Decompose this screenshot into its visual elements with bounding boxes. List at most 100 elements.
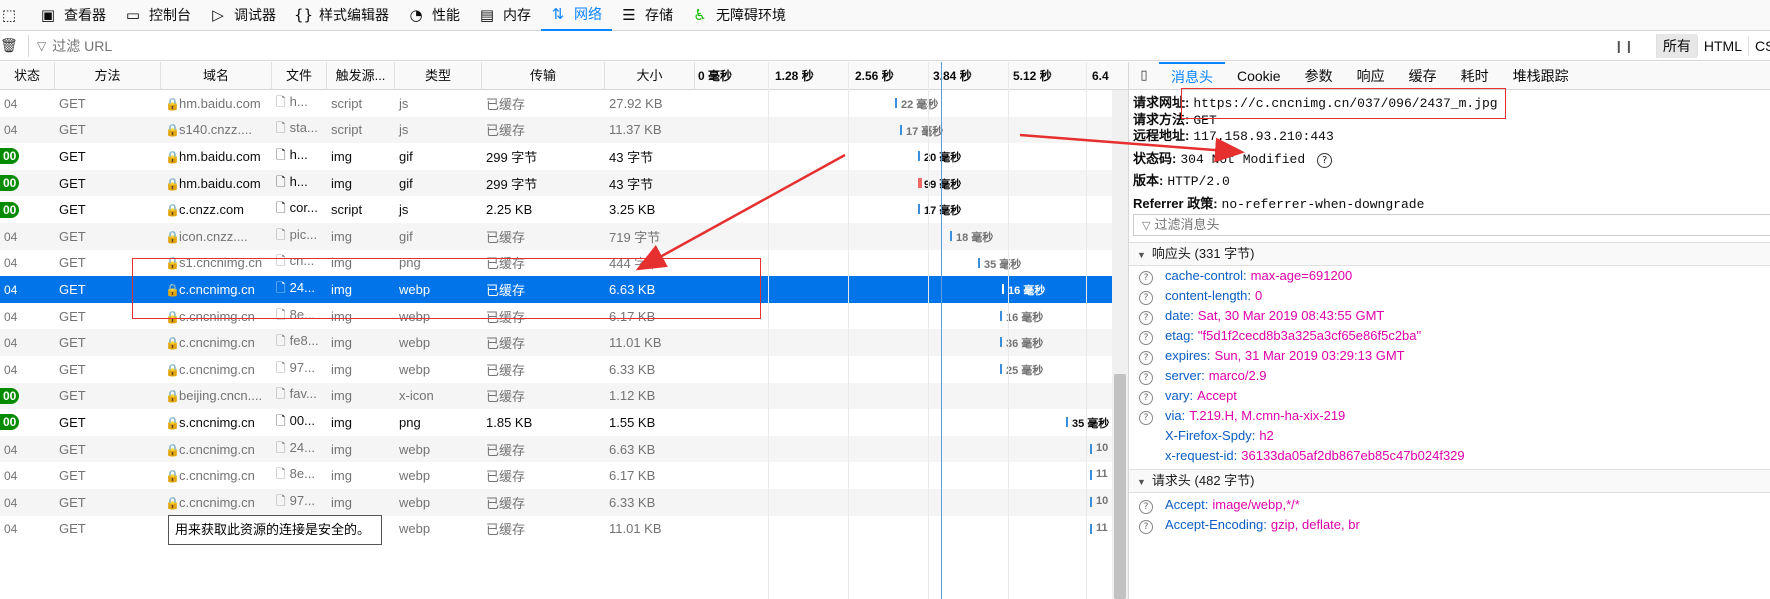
- tab-performance[interactable]: ◔ 性能: [399, 0, 470, 31]
- table-row[interactable]: 00 GET 🔒s.cncnimg.cn 🗋 00... img png 1.85 KB 1.5…: [0, 409, 1128, 436]
- waterfall-label: 10: [1096, 441, 1109, 454]
- help-icon[interactable]: ?: [1139, 331, 1153, 345]
- help-icon[interactable]: ?: [1139, 371, 1153, 385]
- debugger-icon: ▷: [212, 6, 224, 24]
- response-header-row: ? expires: Sun, 31 Mar 2019 03:29:13 GMT: [1139, 348, 1405, 365]
- col-transferred[interactable]: 传输: [482, 62, 605, 90]
- waterfall-cell: 17 毫秒: [0, 117, 1128, 144]
- tab-timings[interactable]: 耗时: [1449, 62, 1501, 90]
- header-name: date:: [1165, 308, 1194, 323]
- table-row[interactable]: 00 GET 🔒beijing.cncn.... 🗋 fav... img x-icon 已缓…: [0, 382, 1128, 410]
- help-icon[interactable]: ?: [1139, 411, 1153, 425]
- pause-icon[interactable]: ❙❙: [1614, 39, 1634, 53]
- filter-headers-input[interactable]: ▽ 过滤消息头: [1133, 214, 1770, 236]
- tab-storage[interactable]: ☰ 存储: [612, 0, 683, 31]
- tab-params[interactable]: 参数: [1293, 62, 1345, 90]
- table-row[interactable]: 04 GET 🔒c.cncnimg.cn 🗋 97... img webp 已缓存 6.33 K…: [0, 356, 1128, 383]
- tab-cookies[interactable]: Cookie: [1225, 62, 1293, 90]
- clear-icon[interactable]: 🗑: [0, 38, 20, 54]
- status-code-row: 状态码: 304 Not Modified?: [1133, 148, 1333, 168]
- filter-url-input[interactable]: ▽ 过滤 URL: [37, 36, 112, 56]
- help-icon[interactable]: ?: [1139, 291, 1153, 305]
- waterfall-bar: [900, 124, 902, 135]
- help-icon[interactable]: ?: [1139, 520, 1153, 534]
- waterfall-label: 11: [1096, 521, 1108, 534]
- table-row[interactable]: 04 GET 🔒c.cncnimg.cn 🗋 97... img webp 已缓存 6.33 K…: [0, 488, 1128, 516]
- help-icon[interactable]: ?: [1139, 500, 1153, 514]
- table-row[interactable]: 00 GET 🔒hm.baidu.com 🗋 h... img gif 299 字节 43 字节…: [0, 169, 1128, 197]
- tab-memory[interactable]: ▤ 内存: [470, 0, 541, 31]
- waterfall-label: 16 毫秒: [1006, 311, 1044, 324]
- request-headers-section[interactable]: ▼ 请求头 (482 字节): [1129, 469, 1770, 493]
- header-value: 36133da05af2db867eb85c47b024f329: [1241, 448, 1465, 463]
- header-name: X-Firefox-Spdy:: [1165, 428, 1256, 443]
- header-value: h2: [1259, 428, 1274, 443]
- table-row[interactable]: 04 GET 🔒icon.cnzz.... 🗋 pic... img gif 已缓存 719 字…: [0, 222, 1128, 250]
- waterfall-bar: [1000, 363, 1002, 374]
- tab-label: 查看器: [64, 7, 106, 23]
- tab-accessibility[interactable]: ♿ 无障碍环境: [683, 0, 796, 31]
- col-file[interactable]: 文件: [272, 62, 327, 90]
- col-method[interactable]: 方法: [55, 62, 161, 90]
- header-name: vary:: [1165, 388, 1194, 403]
- help-icon[interactable]: ?: [1317, 153, 1333, 168]
- tab-label: 性能: [432, 7, 460, 23]
- remote-address-row: 远程地址: 117.158.93.210:443: [1133, 125, 1334, 144]
- timeline-gridline: [768, 62, 769, 599]
- version-label: 版本:: [1133, 173, 1164, 188]
- timeline-gridline: [1008, 62, 1009, 599]
- col-status[interactable]: 状态: [0, 62, 55, 90]
- help-icon[interactable]: ?: [1139, 271, 1153, 285]
- tab-console[interactable]: ▭ 控制台: [116, 0, 201, 31]
- response-header-row: ?x-request-id:36133da05af2db867eb85c47b0…: [1139, 448, 1465, 465]
- waterfall-bar: [918, 204, 920, 215]
- header-value: 0: [1255, 288, 1263, 303]
- tab-stack-trace[interactable]: 堆栈跟踪: [1501, 62, 1581, 90]
- header-name: Accept-Encoding:: [1165, 517, 1267, 532]
- response-header-row: ? via: T.219.H, M.cmn-ha-xix-219: [1139, 408, 1345, 425]
- tab-style-editor[interactable]: {} 样式编辑器: [286, 0, 399, 31]
- table-row[interactable]: 04 GET 🔒c.cncnimg.cn 🗋 fe8... img webp 已缓存 11.01…: [0, 329, 1128, 356]
- header-name: etag:: [1165, 328, 1194, 343]
- col-domain[interactable]: 域名: [161, 62, 272, 90]
- col-waterfall[interactable]: 0 毫秒 1.28 秒 2.56 秒 3.84 秒 5.12 秒 6.4: [695, 62, 1128, 90]
- response-headers-section[interactable]: ▼ 响应头 (331 字节): [1129, 242, 1770, 266]
- tab-inspector[interactable]: ▣ 查看器: [31, 0, 116, 31]
- table-row[interactable]: 00 GET 🔒c.cnzz.com 🗋 cor... script js 2.25 KB 3.…: [0, 196, 1128, 223]
- tab-headers[interactable]: 消息头: [1159, 62, 1225, 90]
- divider: [28, 34, 29, 57]
- storage-icon: ☰: [622, 6, 636, 24]
- annotation-box-selected-row: [132, 258, 761, 319]
- waterfall-label: 10: [1096, 494, 1109, 507]
- toggle-panel-icon[interactable]: ▯: [1129, 68, 1159, 83]
- table-row[interactable]: 04 GET 🔒c.cncnimg.cn 🗋 24... img webp 已缓存 6.63 K…: [0, 435, 1128, 463]
- filter-all-button[interactable]: 所有: [1655, 34, 1697, 58]
- tab-response[interactable]: 响应: [1345, 62, 1397, 90]
- waterfall-bar: [1090, 443, 1092, 454]
- waterfall-cell: 36 毫秒: [0, 329, 1128, 356]
- memory-icon: ▤: [479, 6, 495, 24]
- timeline-tick: 0 毫秒: [698, 68, 733, 83]
- col-size[interactable]: 大小: [605, 62, 695, 90]
- help-icon[interactable]: ?: [1139, 311, 1153, 325]
- table-row[interactable]: 00 GET 🔒hm.baidu.com 🗋 h... img gif 299 字节 43 字节…: [0, 143, 1128, 170]
- filter-css-button[interactable]: CS: [1748, 36, 1770, 56]
- help-icon[interactable]: ?: [1139, 351, 1153, 365]
- table-row[interactable]: 04 GET 🔒c.cncnimg.cn 🗋 8e... img webp 已缓存 6.17 K…: [0, 462, 1128, 489]
- waterfall-cell: 20 毫秒: [0, 143, 1128, 170]
- col-cause[interactable]: 触发源...: [327, 62, 395, 90]
- table-row[interactable]: 04 GET 🔒hm.baidu.com 🗋 h... script js 已缓存 27.92 …: [0, 90, 1128, 117]
- remote-address-value: 117.158.93.210:443: [1193, 129, 1334, 144]
- table-scrollbar-thumb[interactable]: [1114, 374, 1126, 599]
- col-type[interactable]: 类型: [395, 62, 482, 90]
- tab-cache[interactable]: 缓存: [1397, 62, 1449, 90]
- help-icon[interactable]: ?: [1139, 391, 1153, 405]
- table-row[interactable]: 04 GET 🔒s140.cnzz.... 🗋 sta... script js 已缓存 11.…: [0, 116, 1128, 144]
- pick-element-button[interactable]: ⬚: [0, 0, 31, 31]
- tab-label: 样式编辑器: [319, 7, 389, 23]
- filter-html-button[interactable]: HTML: [1696, 36, 1748, 56]
- waterfall-bar: [918, 177, 922, 188]
- tab-debugger[interactable]: ▷ 调试器: [201, 0, 286, 31]
- response-header-row: ?X-Firefox-Spdy:h2: [1139, 428, 1274, 445]
- tab-network[interactable]: ⇅ 网络: [541, 0, 612, 31]
